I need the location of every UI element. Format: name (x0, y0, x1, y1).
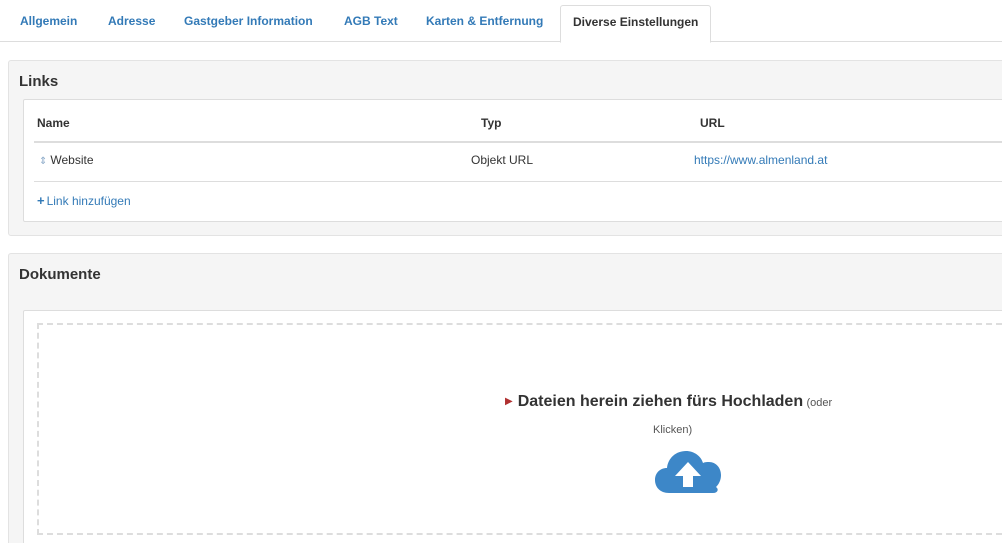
caret-right-icon: ▶ (505, 396, 513, 407)
documents-panel: Dokumente ▶ Dateien herein ziehen fürs Ho… (8, 253, 1002, 543)
column-header-typ: Typ (481, 116, 502, 130)
documents-box: ▶ Dateien herein ziehen fürs Hochladen (o… (23, 310, 1002, 543)
tab-bar: Allgemein Adresse Gastgeber Information … (0, 0, 1002, 43)
tab-allgemein[interactable]: Allgemein (20, 14, 77, 28)
tab-gastgeber-information[interactable]: Gastgeber Information (184, 14, 313, 28)
dropzone-message: ▶ Dateien herein ziehen fürs Hochladen (o… (505, 393, 832, 411)
column-header-name: Name (37, 116, 70, 130)
links-panel-title: Links (19, 73, 59, 90)
link-name-cell: ⇕ Website (39, 153, 94, 167)
dropzone-main-text: Dateien herein ziehen fürs Hochladen (517, 393, 804, 410)
documents-panel-title: Dokumente (19, 266, 101, 283)
table-header-divider (34, 141, 1002, 143)
tab-adresse[interactable]: Adresse (108, 14, 155, 28)
links-table: Name Typ URL ⇕ Website Objekt URL https:/… (23, 99, 1002, 222)
column-header-url: URL (700, 116, 725, 130)
dropzone-sub-text: (oder (806, 397, 833, 409)
cloud-upload-icon (655, 451, 721, 493)
link-name: Website (50, 153, 94, 167)
plus-icon: + (37, 193, 45, 208)
tab-diverse-einstellungen[interactable]: Diverse Einstellungen (560, 5, 712, 43)
links-panel: Links Name Typ URL ⇕ Website Objekt URL h… (8, 60, 1002, 236)
table-row-divider (34, 181, 1002, 182)
sort-handle-icon[interactable]: ⇕ (39, 156, 47, 167)
tab-agb-text[interactable]: AGB Text (344, 14, 398, 28)
link-typ: Objekt URL (471, 153, 534, 167)
tab-karten-entfernung[interactable]: Karten & Entfernung (426, 14, 543, 28)
add-link-button[interactable]: + Link hinzufügen (37, 193, 131, 208)
add-link-label: Link hinzufügen (46, 194, 131, 208)
link-url-cell: https://www.almenland.at (694, 153, 827, 167)
link-url[interactable]: https://www.almenland.at (694, 153, 827, 167)
file-dropzone[interactable]: ▶ Dateien herein ziehen fürs Hochladen (o… (37, 323, 1002, 535)
dropzone-sub-text-2: Klicken) (653, 424, 693, 436)
